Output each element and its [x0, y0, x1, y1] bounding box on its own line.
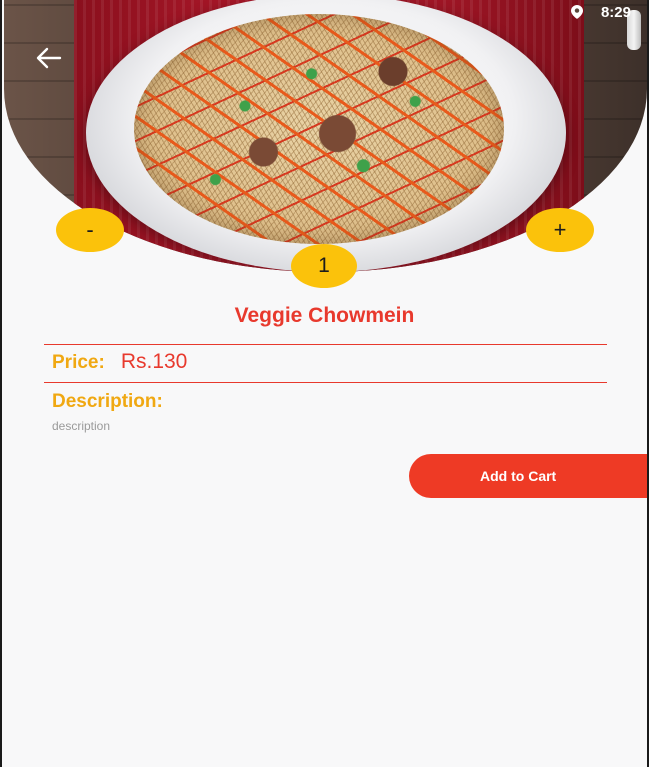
description-text: description — [52, 419, 111, 433]
increment-quantity-button[interactable]: + — [526, 208, 594, 252]
divider — [44, 344, 607, 345]
product-detail-screen: 8:29 - + 1 Veggie Chowmein Price: Rs.130… — [0, 0, 649, 767]
decrement-quantity-button[interactable]: - — [56, 208, 124, 252]
status-time: 8:29 — [600, 3, 631, 21]
arrow-left-icon — [36, 47, 62, 69]
status-bar: 8:29 — [2, 0, 647, 24]
back-button[interactable] — [36, 46, 64, 72]
price-label: Price: — [52, 352, 105, 373]
location-pin-icon — [570, 5, 583, 19]
quantity-display: 1 — [291, 244, 357, 288]
price-value: Rs.130 — [120, 350, 188, 373]
add-to-cart-button[interactable]: Add to Cart — [409, 454, 647, 498]
product-title: Veggie Chowmein — [234, 304, 415, 327]
divider — [44, 382, 607, 383]
price-row: Price: Rs.130 — [52, 350, 187, 374]
chowmein-food-image — [134, 14, 504, 244]
description-label: Description: — [52, 391, 163, 412]
